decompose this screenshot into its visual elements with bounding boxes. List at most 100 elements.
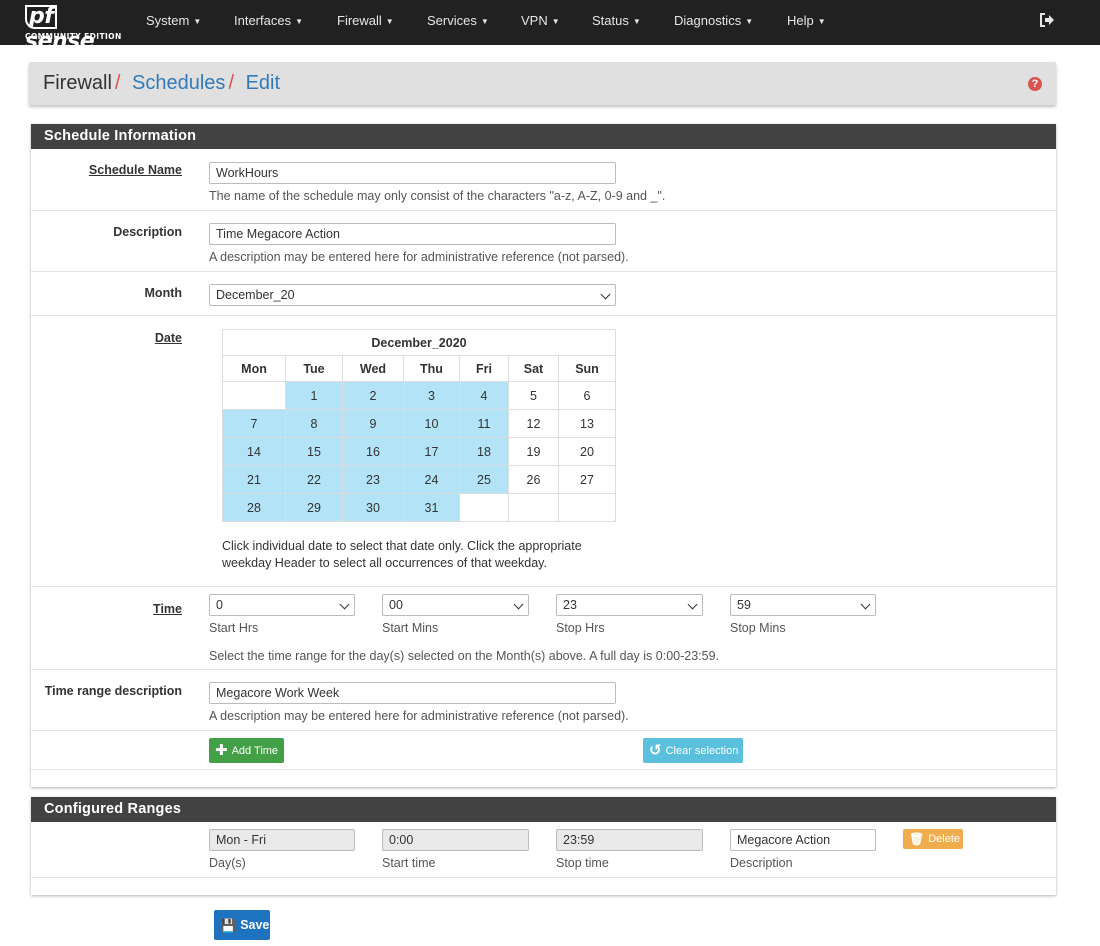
time-range-description-help: A description may be entered here for ad… (209, 709, 629, 723)
calendar-day[interactable]: 16 (342, 437, 404, 466)
calendar-day[interactable]: 29 (285, 493, 343, 522)
description-label: Description (113, 225, 182, 239)
range-start-time-field: 0:00 (382, 829, 529, 851)
row-description: Description Time Megacore Action A descr… (31, 210, 1056, 271)
row-schedule-name: Schedule Name WorkHours The name of the … (31, 149, 1056, 210)
configured-ranges-panel: Configured Ranges Mon - Fri 0:00 23:59 M… (31, 797, 1056, 895)
calendar-week-row: 14 15 16 17 18 19 20 (222, 437, 616, 466)
calendar-day[interactable]: 8 (285, 409, 343, 438)
start-hrs-label: Start Hrs (209, 621, 259, 635)
calendar-day[interactable]: 13 (558, 409, 616, 438)
weekday-header-sun[interactable]: Sun (558, 355, 616, 382)
nav-menu-status[interactable]: Status ▼ (592, 0, 641, 45)
range-description-input[interactable]: Megacore Action (730, 829, 876, 851)
calendar-title: December_2020 (222, 329, 616, 356)
calendar-day[interactable]: 10 (403, 409, 460, 438)
range-stop-time-label: Stop time (556, 856, 609, 870)
logo-edition: COMMUNITY EDITION (25, 32, 122, 41)
calendar-day[interactable]: 6 (558, 381, 616, 410)
logout-icon[interactable] (1040, 13, 1055, 27)
trash-icon: 🗑 (909, 832, 925, 846)
schedule-information-panel: Schedule Information Schedule Name WorkH… (31, 124, 1056, 787)
breadcrumb-edit-link[interactable]: Edit (246, 72, 280, 94)
configured-range-row: Mon - Fri 0:00 23:59 Megacore Action 🗑 De… (31, 822, 1056, 877)
stop-hrs-label: Stop Hrs (556, 621, 605, 635)
breadcrumb-schedules-link[interactable]: Schedules (132, 72, 225, 94)
calendar-week-row: 21 22 23 24 25 26 27 (222, 465, 616, 494)
calendar-day[interactable]: 11 (459, 409, 509, 438)
add-time-button[interactable]: ✚ Add Time (209, 738, 284, 763)
stop-hrs-select[interactable]: 23 (556, 594, 703, 616)
calendar-day[interactable]: 30 (342, 493, 404, 522)
weekday-header-thu[interactable]: Thu (403, 355, 460, 382)
calendar-day[interactable]: 18 (459, 437, 509, 466)
calendar-day[interactable]: 31 (403, 493, 460, 522)
nav-menu-system[interactable]: System ▼ (146, 0, 201, 45)
panel-heading-configured-ranges: Configured Ranges (31, 797, 1056, 822)
calendar-day[interactable]: 24 (403, 465, 460, 494)
calendar-day[interactable]: 5 (508, 381, 559, 410)
help-question-icon[interactable]: ? (1028, 77, 1042, 91)
row-month: Month December_20 (31, 271, 1056, 315)
row-time: Time 0 00 23 59 Start Hrs Start Mins Sto… (31, 586, 1056, 669)
weekday-header-mon[interactable]: Mon (222, 355, 286, 382)
calendar-day[interactable]: 25 (459, 465, 509, 494)
calendar-day[interactable]: 15 (285, 437, 343, 466)
weekday-header-fri[interactable]: Fri (459, 355, 509, 382)
calendar-day[interactable]: 1 (285, 381, 343, 410)
caret-down-icon: ▼ (551, 17, 560, 26)
calendar-day[interactable]: 22 (285, 465, 343, 494)
nav-menu-firewall[interactable]: Firewall ▼ (337, 0, 394, 45)
row-time-buttons: ✚ Add Time ↺ Clear selection (31, 730, 1056, 769)
breadcrumb-bar: Firewall / Schedules / Edit ? (29, 62, 1056, 105)
calendar-help-line1: Click individual date to select that dat… (222, 539, 582, 553)
plus-icon: ✚ (215, 742, 228, 759)
caret-down-icon: ▼ (480, 17, 489, 26)
calendar-day[interactable]: 20 (558, 437, 616, 466)
weekday-header-wed[interactable]: Wed (342, 355, 404, 382)
calendar-week-row: 123456 (222, 381, 616, 410)
calendar-day[interactable]: 23 (342, 465, 404, 494)
calendar-day[interactable]: 14 (222, 437, 286, 466)
calendar-help-line2: weekday Header to select all occurrences… (222, 556, 547, 570)
weekday-header-tue[interactable]: Tue (285, 355, 343, 382)
calendar-day[interactable]: 26 (508, 465, 559, 494)
calendar-day[interactable]: 9 (342, 409, 404, 438)
nav-menu-interfaces[interactable]: Interfaces ▼ (234, 0, 303, 45)
save-button[interactable]: 💾 Save (214, 910, 270, 940)
start-hrs-select[interactable]: 0 (209, 594, 355, 616)
schedule-name-input[interactable]: WorkHours (209, 162, 616, 184)
calendar-day[interactable]: 3 (403, 381, 460, 410)
calendar-day[interactable]: 12 (508, 409, 559, 438)
clear-selection-button[interactable]: ↺ Clear selection (643, 738, 743, 763)
stop-mins-select[interactable]: 59 (730, 594, 876, 616)
description-input[interactable]: Time Megacore Action (209, 223, 616, 245)
calendar-day[interactable]: 7 (222, 409, 286, 438)
pfsense-logo[interactable]: pfsense COMMUNITY EDITION (25, 5, 125, 54)
calendar-day[interactable]: 27 (558, 465, 616, 494)
weekday-header-sat[interactable]: Sat (508, 355, 559, 382)
nav-menu-help[interactable]: Help ▼ (787, 0, 826, 45)
month-calendar: December_2020 Mon Tue Wed Thu Fri Sat Su… (222, 329, 616, 522)
calendar-day[interactable]: 17 (403, 437, 460, 466)
month-select[interactable]: December_20 (209, 284, 616, 306)
schedule-name-help: The name of the schedule may only consis… (209, 189, 666, 203)
calendar-day[interactable]: 19 (508, 437, 559, 466)
delete-range-button[interactable]: 🗑 Delete (903, 829, 963, 849)
top-navbar: pfsense COMMUNITY EDITION System ▼ Interf… (0, 0, 1100, 54)
calendar-empty-cell (508, 493, 559, 522)
panel-heading-schedule-information: Schedule Information (31, 124, 1056, 149)
nav-menu-services[interactable]: Services ▼ (427, 0, 489, 45)
calendar-day[interactable]: 4 (459, 381, 509, 410)
row-date: Date December_2020 Mon Tue Wed Thu Fri S… (31, 315, 1056, 586)
start-mins-select[interactable]: 00 (382, 594, 529, 616)
breadcrumb-separator: / (114, 72, 121, 94)
nav-menu-vpn[interactable]: VPN ▼ (521, 0, 560, 45)
undo-icon: ↺ (649, 742, 662, 759)
calendar-day[interactable]: 21 (222, 465, 286, 494)
nav-menu-diagnostics[interactable]: Diagnostics ▼ (674, 0, 753, 45)
month-label: Month (144, 286, 182, 300)
time-range-description-input[interactable]: Megacore Work Week (209, 682, 616, 704)
calendar-day[interactable]: 28 (222, 493, 286, 522)
calendar-day[interactable]: 2 (342, 381, 404, 410)
